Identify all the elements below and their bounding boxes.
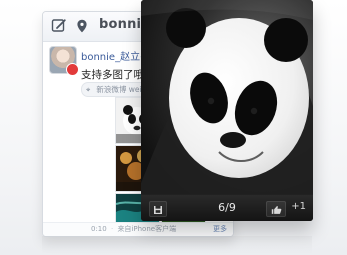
compose-icon[interactable] (51, 18, 67, 34)
post-username[interactable]: bonnie_赵立冬 (81, 48, 150, 63)
post-time: 0:10 (91, 225, 107, 233)
app-stage: bonnie_ bonnie_赵立冬 支持多图了哦！ ⌖ 新浪微博 weib… (0, 0, 347, 255)
more-link[interactable]: 更多 (213, 224, 227, 234)
post-footer: 0:10 · 来自iPhone客户端 更多 (43, 222, 233, 236)
meta-separator: · (110, 225, 114, 233)
photo-viewer: 6/9 +1 (141, 0, 313, 221)
location-pin-icon: ⌖ (86, 85, 91, 94)
thumbs-up-icon (271, 200, 282, 219)
location-pin-icon[interactable] (74, 18, 90, 34)
like-count: +1 (291, 201, 306, 212)
post-client: 来自iPhone客户端 (117, 225, 177, 233)
photo-counter: 6/9 (218, 201, 236, 214)
panda-photo[interactable] (141, 0, 313, 195)
post-meta: 0:10 · 来自iPhone客户端 (91, 224, 176, 234)
verified-badge-icon (66, 63, 79, 76)
like-button[interactable] (266, 201, 286, 217)
reflection (42, 236, 312, 255)
viewer-toolbar: 6/9 +1 (141, 194, 313, 221)
